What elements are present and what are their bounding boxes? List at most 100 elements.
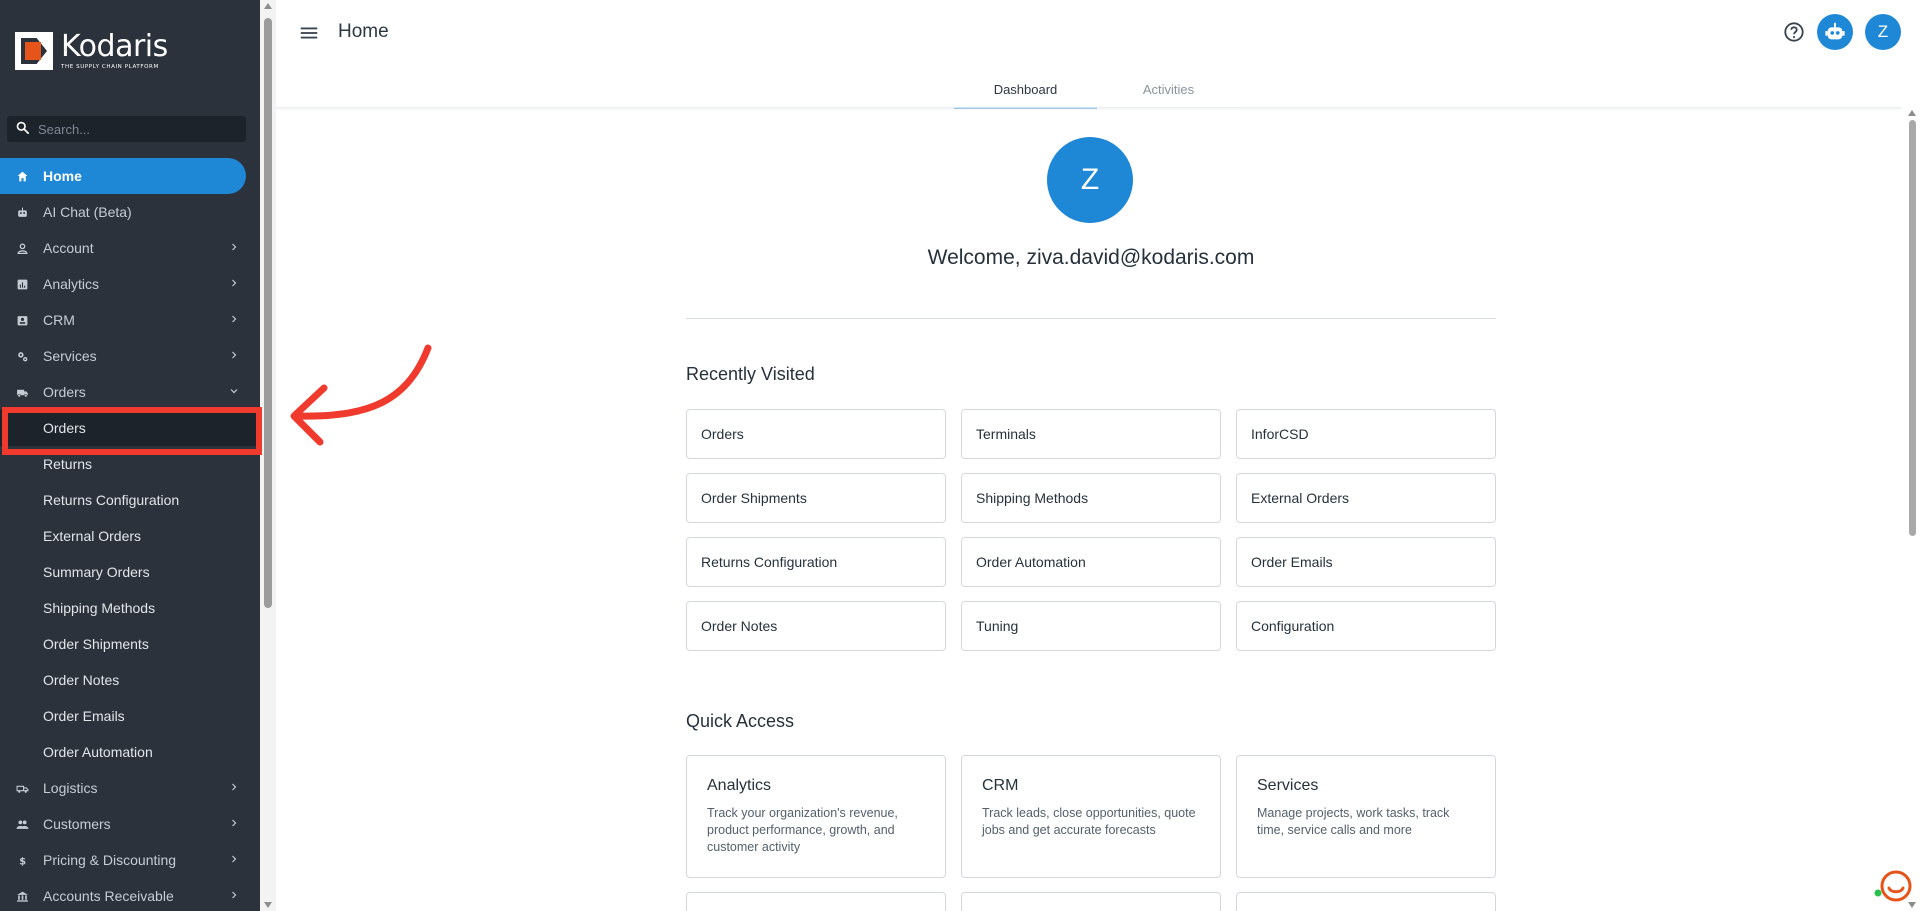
quick-card-title: Analytics xyxy=(707,777,772,794)
welcome-message: Welcome, ziva.david@kodaris.com xyxy=(927,246,1255,269)
chart-icon xyxy=(15,277,29,291)
chevron-right-icon xyxy=(232,783,237,791)
bank-icon xyxy=(15,889,29,903)
quick-access-heading: Quick Access xyxy=(686,711,795,731)
sidebar-subitem-summary-orders[interactable]: Summary Orders xyxy=(0,554,260,590)
recent-card-returns-configuration[interactable]: Returns Configuration xyxy=(686,537,946,587)
gears-icon xyxy=(15,349,29,363)
quick-card-title: Services xyxy=(1257,777,1319,794)
main-scrollbar-thumb[interactable] xyxy=(1909,120,1916,536)
sidebar-item-label: CRM xyxy=(43,312,75,328)
tab-dashboard[interactable]: Dashboard xyxy=(954,70,1097,109)
quick-card-partial[interactable] xyxy=(1236,892,1496,911)
chevron-right-icon xyxy=(232,279,237,287)
person-icon xyxy=(15,241,29,255)
recent-card-terminals[interactable]: Terminals xyxy=(961,409,1221,459)
sidebar-scrollbar[interactable] xyxy=(260,0,276,911)
sidebar: Kodaris THE SUPPLY CHAIN PLATFORM Home A… xyxy=(0,0,260,911)
chevron-right-icon xyxy=(232,819,237,827)
quick-card-description: Track leads, close opportunities, quote … xyxy=(982,806,1196,837)
recently-visited-grid: Orders Terminals InforCSD Order Shipment… xyxy=(686,409,1496,651)
people-icon xyxy=(15,817,29,831)
home-icon xyxy=(15,169,29,183)
sidebar-item-label: Accounts Receivable xyxy=(43,888,174,904)
sidebar-subitem-returns-configuration[interactable]: Returns Configuration xyxy=(0,482,260,518)
sidebar-scrollbar-thumb[interactable] xyxy=(264,18,272,608)
search-icon xyxy=(15,120,30,139)
sidebar-item-pricing-discounting[interactable]: $ Pricing & Discounting xyxy=(0,842,260,878)
robot-icon xyxy=(15,205,29,219)
sidebar-item-label: Account xyxy=(43,240,94,256)
sidebar-item-customers[interactable]: Customers xyxy=(0,806,260,842)
sidebar-item-home[interactable]: Home xyxy=(0,158,246,194)
recent-card-external-orders[interactable]: External Orders xyxy=(1236,473,1496,523)
recent-card-order-emails[interactable]: Order Emails xyxy=(1236,537,1496,587)
chat-support-icon[interactable] xyxy=(1872,866,1912,906)
sidebar-subitem-order-shipments[interactable]: Order Shipments xyxy=(0,626,260,662)
search-input[interactable] xyxy=(38,121,238,137)
svg-text:$: $ xyxy=(19,856,26,867)
scroll-up-arrow-icon[interactable] xyxy=(264,3,272,9)
recent-card-order-notes[interactable]: Order Notes xyxy=(686,601,946,651)
help-icon[interactable] xyxy=(1783,21,1805,43)
sidebar-subitem-order-emails[interactable]: Order Emails xyxy=(0,698,260,734)
tab-activities[interactable]: Activities xyxy=(1097,70,1240,108)
brand-name: Kodaris xyxy=(61,29,168,64)
chevron-right-icon xyxy=(232,351,237,359)
kodaris-logo[interactable]: Kodaris THE SUPPLY CHAIN PLATFORM xyxy=(15,32,168,70)
quick-card-description: Track your organization's revenue, produ… xyxy=(707,806,898,854)
sidebar-item-services[interactable]: Services xyxy=(0,338,260,374)
sidebar-item-orders[interactable]: Orders xyxy=(0,374,260,410)
kodaris-logo-mark-icon xyxy=(15,32,53,70)
annotation-arrow-icon xyxy=(290,344,432,446)
sidebar-item-account[interactable]: Account xyxy=(0,230,260,266)
chevron-down-icon xyxy=(230,389,238,394)
ai-assistant-button[interactable] xyxy=(1817,14,1853,50)
chevron-right-icon xyxy=(232,243,237,251)
sidebar-item-analytics[interactable]: Analytics xyxy=(0,266,260,302)
main-scrollbar[interactable] xyxy=(1902,108,1920,911)
quick-card-crm[interactable]: CRM Track leads, close opportunities, qu… xyxy=(961,755,1221,878)
recent-card-configuration[interactable]: Configuration xyxy=(1236,601,1496,651)
robot-icon xyxy=(1825,22,1845,40)
contact-card-icon xyxy=(15,313,29,327)
sidebar-subitem-external-orders[interactable]: External Orders xyxy=(0,518,260,554)
page-title: Home xyxy=(338,21,389,42)
sidebar-subitem-order-automation[interactable]: Order Automation xyxy=(0,734,260,770)
sidebar-item-label: Pricing & Discounting xyxy=(43,852,177,868)
quick-card-partial[interactable] xyxy=(686,892,946,911)
menu-icon[interactable] xyxy=(298,22,320,44)
recent-card-tuning[interactable]: Tuning xyxy=(961,601,1221,651)
quick-card-description: Manage projects, work tasks, track time,… xyxy=(1257,806,1450,837)
scroll-up-arrow-icon[interactable] xyxy=(1908,110,1916,116)
chevron-right-icon xyxy=(232,315,237,323)
sidebar-subitem-shipping-methods[interactable]: Shipping Methods xyxy=(0,590,260,626)
sidebar-item-label: Analytics xyxy=(43,276,100,292)
recent-card-order-shipments[interactable]: Order Shipments xyxy=(686,473,946,523)
delivery-truck-icon xyxy=(15,781,29,795)
recent-card-inforcsd[interactable]: InforCSD xyxy=(1236,409,1496,459)
quick-access-grid: Analytics Track your organization's reve… xyxy=(686,755,1496,911)
recent-card-orders[interactable]: Orders xyxy=(686,409,946,459)
sidebar-search[interactable] xyxy=(7,116,246,142)
sidebar-item-label: Logistics xyxy=(43,780,98,796)
quick-card-services[interactable]: Services Manage projects, work tasks, tr… xyxy=(1236,755,1496,878)
chevron-right-icon xyxy=(232,891,237,899)
user-avatar[interactable]: Z xyxy=(1865,14,1901,50)
dollar-icon: $ xyxy=(15,853,29,867)
quick-card-partial[interactable] xyxy=(961,892,1221,911)
top-bar: Home Z xyxy=(276,0,1920,66)
sidebar-item-label: Services xyxy=(43,348,97,364)
sidebar-subitem-order-notes[interactable]: Order Notes xyxy=(0,662,260,698)
sidebar-subitem-returns[interactable]: Returns xyxy=(0,446,260,482)
sidebar-subitem-orders[interactable]: Orders xyxy=(0,410,260,446)
sidebar-item-label: Home xyxy=(43,168,82,184)
recent-card-order-automation[interactable]: Order Automation xyxy=(961,537,1221,587)
scroll-down-arrow-icon[interactable] xyxy=(264,902,272,908)
recent-card-shipping-methods[interactable]: Shipping Methods xyxy=(961,473,1221,523)
sidebar-item-logistics[interactable]: Logistics xyxy=(0,770,260,806)
sidebar-item-ai-chat[interactable]: AI Chat (Beta) xyxy=(0,194,260,230)
sidebar-item-accounts-receivable[interactable]: Accounts Receivable xyxy=(0,878,260,911)
sidebar-item-crm[interactable]: CRM xyxy=(0,302,260,338)
quick-card-analytics[interactable]: Analytics Track your organization's reve… xyxy=(686,755,946,878)
